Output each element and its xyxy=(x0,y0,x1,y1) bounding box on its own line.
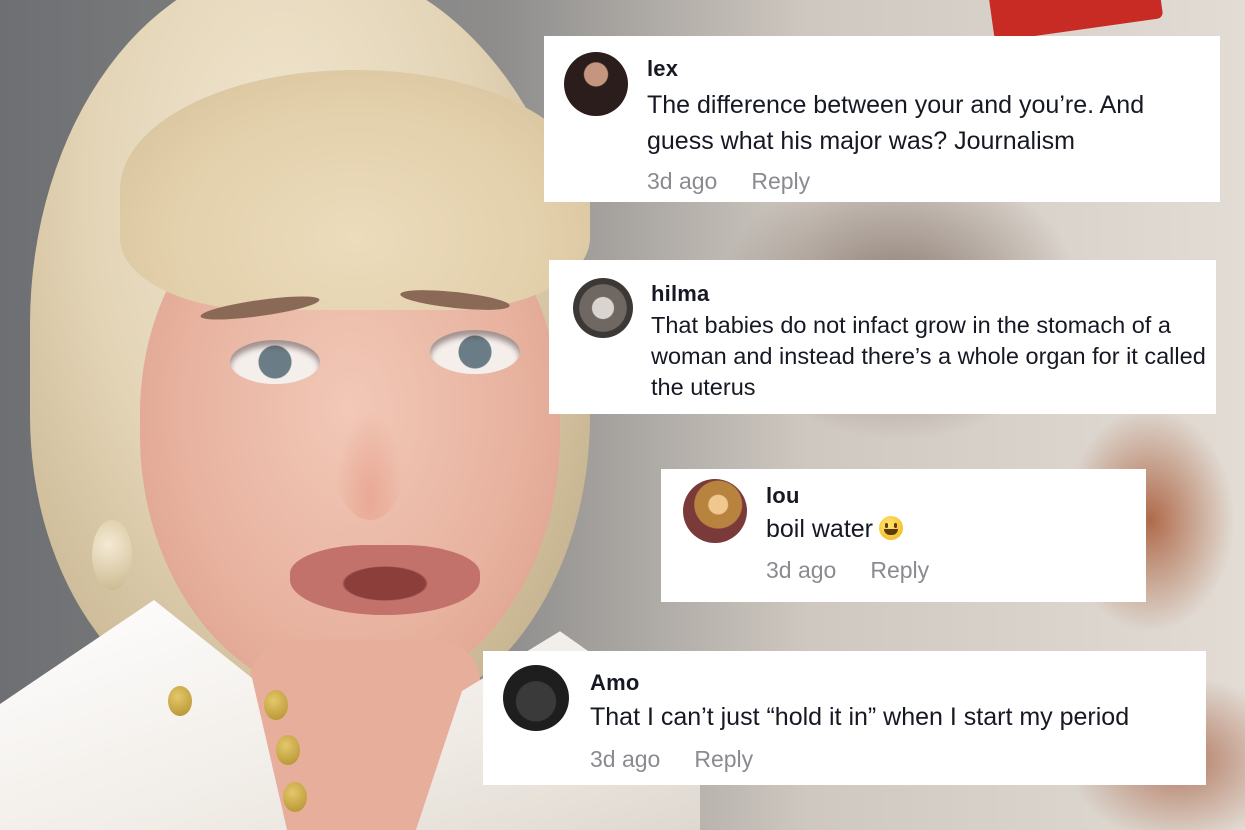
comment-text: boil water xyxy=(766,511,903,547)
right-eye xyxy=(430,330,520,374)
reply-button[interactable]: Reply xyxy=(870,557,929,584)
comment-timestamp: 3d ago xyxy=(766,557,837,583)
comment-meta: 3d ago Reply xyxy=(590,746,753,773)
mouth xyxy=(290,545,480,615)
comment-card-lex: lex The difference between your and you’… xyxy=(544,36,1220,202)
comment-timestamp: 3d ago xyxy=(647,168,718,194)
avatar[interactable] xyxy=(683,479,747,543)
comment-card-amo: Amo That I can’t just “hold it in” when … xyxy=(483,651,1206,785)
comment-card-hilma: hilma That babies do not infact grow in … xyxy=(549,260,1216,414)
earring xyxy=(92,520,132,590)
comment-username[interactable]: Amo xyxy=(590,670,640,696)
nose xyxy=(335,410,405,520)
comment-text: That babies do not infact grow in the st… xyxy=(651,312,1206,400)
reply-button[interactable]: Reply xyxy=(694,746,753,773)
bangs xyxy=(120,70,590,310)
comment-username[interactable]: lou xyxy=(766,483,800,509)
shirt-button xyxy=(283,782,307,812)
comment-timestamp: 3d ago xyxy=(590,746,661,772)
comment-text: The difference between your and you’re. … xyxy=(647,91,1145,155)
comment-meta: 3d ago Reply xyxy=(766,557,929,584)
left-eye xyxy=(230,340,320,384)
comment-card-lou: lou boil water 3d ago Reply xyxy=(661,469,1146,602)
shirt-button xyxy=(168,686,192,716)
comment-meta: 3d ago Reply xyxy=(647,168,810,195)
grinning-face-icon xyxy=(879,516,903,540)
comment-text-body: boil water xyxy=(766,515,873,543)
shirt-button xyxy=(264,690,288,720)
avatar[interactable] xyxy=(564,52,628,116)
shirt-button xyxy=(276,735,300,765)
comment-username[interactable]: lex xyxy=(647,56,678,82)
avatar[interactable] xyxy=(573,278,633,338)
reply-button[interactable]: Reply xyxy=(751,168,810,195)
comment-text: That I can’t just “hold it in” when I st… xyxy=(590,703,1130,731)
comment-username[interactable]: hilma xyxy=(651,281,709,307)
avatar[interactable] xyxy=(503,665,569,731)
